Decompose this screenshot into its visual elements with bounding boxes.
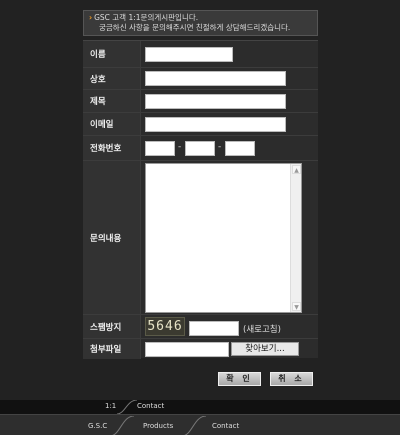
breadcrumb-section: 1:1: [105, 402, 117, 410]
captcha-input[interactable]: [189, 321, 239, 336]
content-label: 문의내용: [83, 161, 141, 314]
refresh-link[interactable]: (새로고침): [243, 323, 281, 335]
attach-row: 첨부파일 찾아보기...: [83, 339, 318, 359]
scroll-up-icon[interactable]: ▲: [292, 165, 301, 174]
email-input[interactable]: [145, 117, 286, 132]
name-label: 이름: [83, 41, 141, 67]
content-row: 문의내용 ▲ ▼: [83, 161, 318, 315]
confirm-button[interactable]: 확 인: [218, 372, 261, 386]
company-row: 상호: [83, 68, 318, 90]
scroll-down-icon[interactable]: ▼: [292, 302, 301, 311]
subject-row: 제목: [83, 90, 318, 113]
notice-line-1: › GSC 고객 1:1문의게시판입니다.: [89, 13, 199, 22]
phone-input-1[interactable]: [145, 141, 175, 156]
attach-label: 첨부파일: [83, 339, 141, 359]
phone-input-3[interactable]: [225, 141, 255, 156]
footer-contact-link[interactable]: Contact: [212, 422, 239, 430]
inquiry-form: 이름 상호 제목 이메일 전화번호 - - 문의내용 ▲ ▼ 스팸방지 5646…: [83, 40, 318, 359]
footer-nav: G.S.C Products Contact: [0, 414, 400, 435]
subject-label: 제목: [83, 90, 141, 112]
footer-separator-icon-2: [183, 416, 206, 435]
breadcrumb-page: Contact: [137, 402, 165, 410]
footer-separator-icon: [111, 416, 134, 435]
breadcrumb-separator-icon: [117, 400, 137, 414]
company-input[interactable]: [145, 71, 286, 86]
name-input[interactable]: [145, 47, 233, 62]
name-row: 이름: [83, 41, 318, 68]
notice-line-2: 궁금하신 사항을 문의해주시면 친절하게 상담해드리겠습니다.: [99, 23, 291, 32]
phone-dash-1: -: [178, 142, 182, 152]
browse-button[interactable]: 찾아보기...: [231, 342, 299, 356]
phone-dash-2: -: [218, 142, 222, 152]
subject-input[interactable]: [145, 94, 286, 109]
footer-home-link[interactable]: G.S.C: [88, 422, 107, 430]
content-textarea[interactable]: ▲ ▼: [145, 163, 302, 313]
email-row: 이메일: [83, 113, 318, 136]
attach-file-input[interactable]: [145, 342, 229, 357]
phone-input-2[interactable]: [185, 141, 215, 156]
cancel-button[interactable]: 취 소: [270, 372, 313, 386]
spam-label: 스팸방지: [83, 315, 141, 338]
breadcrumb: 1:1 Contact: [0, 400, 400, 414]
footer-products-link[interactable]: Products: [143, 422, 173, 430]
phone-label: 전화번호: [83, 136, 141, 160]
textarea-scrollbar[interactable]: ▲ ▼: [290, 164, 301, 312]
notice-box: › GSC 고객 1:1문의게시판입니다. 궁금하신 사항을 문의해주시면 친절하…: [83, 10, 318, 36]
captcha-image: 5646: [145, 317, 185, 336]
spam-row: 스팸방지 5646 (새로고침): [83, 315, 318, 339]
phone-row: 전화번호 - -: [83, 136, 318, 161]
email-label: 이메일: [83, 113, 141, 135]
company-label: 상호: [83, 68, 141, 89]
arrow-icon: ›: [89, 13, 93, 22]
